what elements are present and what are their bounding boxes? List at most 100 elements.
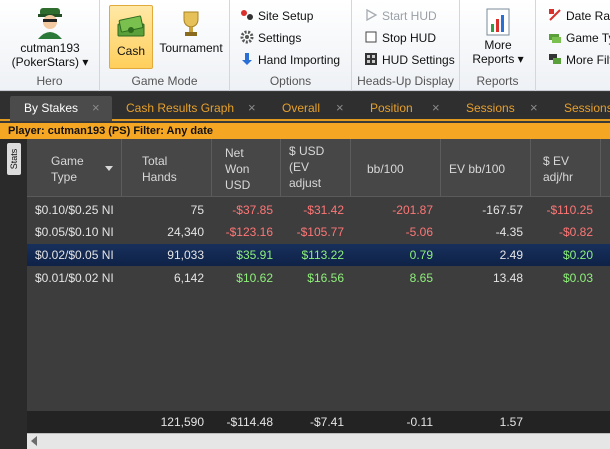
total-ev-adjusted: -$7.41 xyxy=(309,415,344,429)
trophy-icon xyxy=(176,9,206,39)
column-header-label: Net Won USD xyxy=(225,146,251,192)
hand-importing-button[interactable]: Hand Importing xyxy=(240,50,340,70)
game-mode-group-label: Game Mode xyxy=(131,74,198,88)
hud-settings-button[interactable]: HUD Settings xyxy=(364,50,455,70)
total-hands: 121,590 xyxy=(160,415,204,429)
game-type-button[interactable]: Game Ty xyxy=(548,28,610,48)
cell-bb100: 8.65 xyxy=(409,271,433,285)
tab-overall[interactable]: Overall × xyxy=(268,96,356,121)
hero-group-label: Hero xyxy=(36,74,63,88)
horizontal-scrollbar[interactable] xyxy=(27,433,610,449)
options-group: Site Setup Settings Hand Importing Optio… xyxy=(230,0,352,91)
tab-cash-results-graph[interactable]: Cash Results Graph × xyxy=(112,96,268,121)
cell-bb100: 0.79 xyxy=(409,248,433,262)
cell-ev-adjusted: -$31.42 xyxy=(303,203,344,217)
scroll-left-arrow-icon[interactable] xyxy=(31,436,37,446)
settings-button[interactable]: Settings xyxy=(240,28,301,48)
stats-side-tab[interactable]: Stats xyxy=(7,143,21,175)
site-setup-button[interactable]: Site Setup xyxy=(240,6,313,26)
tab-label: Sessions xyxy=(466,101,515,115)
cell-ev-adjusted: $113.22 xyxy=(301,248,345,262)
gear-icon xyxy=(240,30,254,44)
cell-net-won: -$123.16 xyxy=(225,225,273,239)
date-range-button[interactable]: Date Rar xyxy=(548,6,610,26)
ribbon: cutman193 (PokerStars) ▾ Hero Cash Tourn… xyxy=(0,0,610,91)
cell-net-won: $10.62 xyxy=(236,271,273,285)
more-filters-label: More Filt xyxy=(566,53,610,67)
date-range-label: Date Rar xyxy=(566,9,610,23)
cell-ev-adj-hr: -$110.25 xyxy=(546,203,593,217)
cell-hands: 6,142 xyxy=(173,271,204,285)
cell-ev-bb100: 13.48 xyxy=(492,271,523,285)
cash-mode-label: Cash xyxy=(116,44,145,58)
column-header-net-won[interactable]: Net Won USD xyxy=(212,139,281,197)
cell-net-won: $35.91 xyxy=(236,248,273,262)
close-icon[interactable]: × xyxy=(432,96,440,120)
cell-hands: 91,033 xyxy=(167,248,204,262)
cell-hands: 75 xyxy=(190,203,204,217)
table-row-selected[interactable]: $0.02/$0.05 NI 91,033 $35.91 $113.22 0.7… xyxy=(27,244,610,266)
column-header-total-hands[interactable]: Total Hands xyxy=(122,139,212,197)
cell-game-type: $0.01/$0.02 NI xyxy=(35,271,114,285)
total-bb100: -0.11 xyxy=(406,415,433,429)
total-net-won: -$114.48 xyxy=(226,415,273,429)
reports-group: More Reports ▾ Reports xyxy=(460,0,536,91)
close-icon[interactable]: × xyxy=(336,96,344,120)
column-header-ev-adjusted[interactable]: $ USD (EV adjust xyxy=(281,139,351,197)
column-header-ev-adj-hr[interactable]: $ EV adj/hr xyxy=(531,139,601,197)
hero-group: cutman193 (PokerStars) ▾ Hero xyxy=(0,0,100,91)
tab-label: Sessions xyxy=(564,101,610,115)
table-row[interactable]: $0.01/$0.02 NI 6,142 $10.62 $16.56 8.65 … xyxy=(27,267,610,289)
tournament-mode-button[interactable]: Tournament xyxy=(156,9,226,55)
filter-icon xyxy=(548,52,562,66)
cell-ev-adjusted: $16.56 xyxy=(307,271,344,285)
game-type-label: Game Ty xyxy=(566,31,610,45)
grid-header: Game Type Total Hands Net Won USD $ USD … xyxy=(27,139,610,197)
stop-icon xyxy=(364,30,378,44)
column-header-label: Total Hands xyxy=(142,154,177,184)
hud-group: Start HUD Stop HUD HUD Settings Heads-Up… xyxy=(352,0,460,91)
start-hud-label: Start HUD xyxy=(382,9,437,23)
hand-importing-label: Hand Importing xyxy=(258,53,341,67)
cell-game-type: $0.05/$0.10 NI xyxy=(35,225,114,239)
table-row[interactable]: $0.10/$0.25 NI 75 -$37.85 -$31.42 -201.8… xyxy=(27,199,610,221)
tab-label: Overall xyxy=(282,101,321,115)
cash-mode-button[interactable]: Cash xyxy=(109,5,153,69)
totals-row: 121,590 -$114.48 -$7.41 -0.11 1.57 xyxy=(27,411,610,433)
column-header-bb100[interactable]: bb/100 xyxy=(351,139,441,197)
hero-site: (PokerStars) ▾ xyxy=(11,55,89,69)
cell-ev-bb100: 2.49 xyxy=(499,248,523,262)
column-header-label: $ EV adj/hr xyxy=(543,154,574,184)
game-mode-group: Cash Tournament Game Mode xyxy=(100,0,230,91)
report-tab-bar: By Stakes × Cash Results Graph × Overall… xyxy=(0,92,610,121)
tab-by-stakes[interactable]: By Stakes × xyxy=(10,96,112,121)
tab-sessions[interactable]: Sessions × xyxy=(452,96,550,121)
close-icon[interactable]: × xyxy=(530,96,538,120)
tab-sessions-2[interactable]: Sessions xyxy=(550,96,610,121)
hud-grid-icon xyxy=(364,52,378,66)
tab-label: By Stakes xyxy=(24,101,79,115)
calendar-icon xyxy=(548,8,562,22)
site-setup-icon xyxy=(240,8,254,22)
close-icon[interactable]: × xyxy=(248,96,256,120)
cell-ev-adj-hr: $0.20 xyxy=(562,248,593,262)
cell-game-type: $0.10/$0.25 NI xyxy=(35,203,114,217)
more-filters-button[interactable]: More Filt xyxy=(548,50,610,70)
tab-position[interactable]: Position × xyxy=(356,96,452,121)
import-arrow-icon xyxy=(240,52,254,66)
settings-label: Settings xyxy=(258,31,302,45)
column-header-ev-bb100[interactable]: EV bb/100 xyxy=(441,139,531,197)
start-hud-button[interactable]: Start HUD xyxy=(364,6,437,26)
stats-side-tab-label: Stats xyxy=(9,148,19,170)
game-type-icon xyxy=(548,30,562,44)
filter-summary-bar: Player: cutman193 (PS) Filter: Any date xyxy=(0,123,610,139)
more-reports-button[interactable]: More Reports ▾ xyxy=(468,8,528,66)
column-header-game-type[interactable]: Game Type xyxy=(27,139,122,197)
table-row[interactable]: $0.05/$0.10 NI 24,340 -$123.16 -$105.77 … xyxy=(27,221,610,243)
more-reports-label-2: Reports ▾ xyxy=(472,52,524,66)
close-icon[interactable]: × xyxy=(92,96,100,120)
stop-hud-button[interactable]: Stop HUD xyxy=(364,28,436,48)
side-strip: Stats xyxy=(0,139,27,449)
tab-label: Position xyxy=(370,101,413,115)
hero-selector-button[interactable]: cutman193 (PokerStars) ▾ xyxy=(6,5,94,69)
